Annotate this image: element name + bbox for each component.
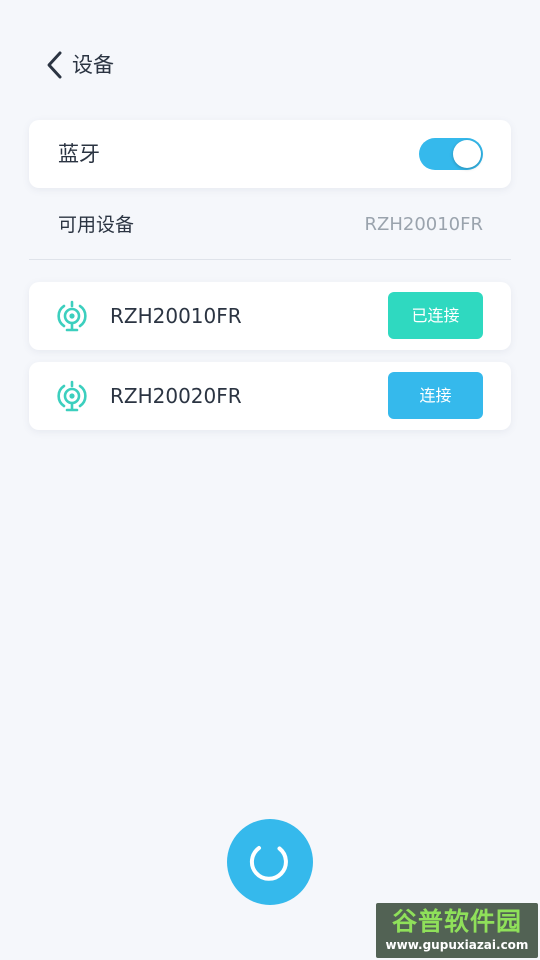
refresh-spinner-icon: [249, 846, 288, 881]
bluetooth-label: 蓝牙: [58, 142, 100, 166]
signal-tower-icon: [57, 300, 87, 332]
page-title: 设备: [72, 53, 114, 77]
header: 设备: [0, 0, 540, 120]
device-name: RZH20020FR: [110, 384, 242, 408]
watermark-url: www.gupuxiazai.com: [385, 938, 529, 952]
bluetooth-toggle[interactable]: [419, 138, 483, 170]
available-devices-label: 可用设备: [58, 214, 135, 236]
connect-button[interactable]: 连接: [388, 372, 483, 419]
bluetooth-card: 蓝牙: [29, 120, 511, 188]
toggle-knob: [453, 140, 481, 168]
device-name: RZH20010FR: [110, 304, 242, 328]
signal-tower-icon: [57, 380, 87, 412]
current-device-name: RZH20010FR: [364, 214, 484, 235]
chevron-left-icon: [47, 51, 62, 79]
device-row: RZH20020FR 连接: [29, 362, 511, 430]
back-button[interactable]: [36, 46, 72, 84]
watermark-title: 谷普软件园: [391, 907, 522, 936]
divider: [29, 259, 511, 260]
refresh-button[interactable]: [227, 819, 313, 905]
device-row: RZH20010FR 已连接: [29, 282, 511, 350]
connected-button[interactable]: 已连接: [388, 292, 483, 339]
watermark-logo: 谷普软件园 www.gupuxiazai.com: [376, 903, 538, 958]
available-devices-header: 可用设备 RZH20010FR: [29, 206, 511, 244]
